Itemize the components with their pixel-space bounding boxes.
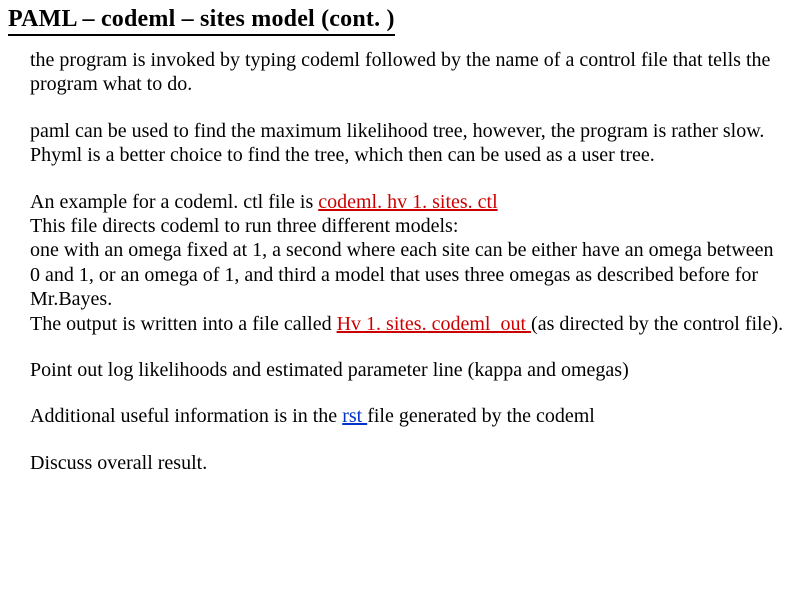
text-output-lead: The output is written into a file called (30, 313, 337, 335)
text-example-lead: An example for a codeml. ctl file is (30, 191, 318, 213)
text-rst-lead: Additional useful information is in the (30, 405, 342, 427)
link-codeml-out[interactable]: Hv 1. sites. codeml_out (337, 313, 531, 335)
text-rst-tail: file generated by the codeml (367, 405, 595, 427)
slide: PAML – codeml – sites model (cont. ) the… (0, 0, 792, 483)
paragraph-rst: Additional useful information is in the … (30, 404, 784, 428)
paragraph-loglik: Point out log likelihoods and estimated … (30, 358, 784, 382)
text-output-tail: (as directed by the control file). (531, 313, 783, 335)
slide-title: PAML – codeml – sites model (cont. ) (8, 6, 395, 36)
text-models-detail: one with an omega fixed at 1, a second w… (30, 239, 774, 310)
link-codeml-ctl[interactable]: codeml. hv 1. sites. ctl (318, 191, 497, 213)
slide-body: the program is invoked by typing codeml … (8, 48, 784, 475)
link-rst[interactable]: rst (342, 405, 367, 427)
paragraph-phyml: paml can be used to find the maximum lik… (30, 119, 784, 168)
paragraph-intro: the program is invoked by typing codeml … (30, 48, 784, 97)
text-models-lead: This file directs codeml to run three di… (30, 215, 458, 237)
paragraph-example: An example for a codeml. ctl file is cod… (30, 190, 784, 336)
paragraph-discuss: Discuss overall result. (30, 451, 784, 475)
